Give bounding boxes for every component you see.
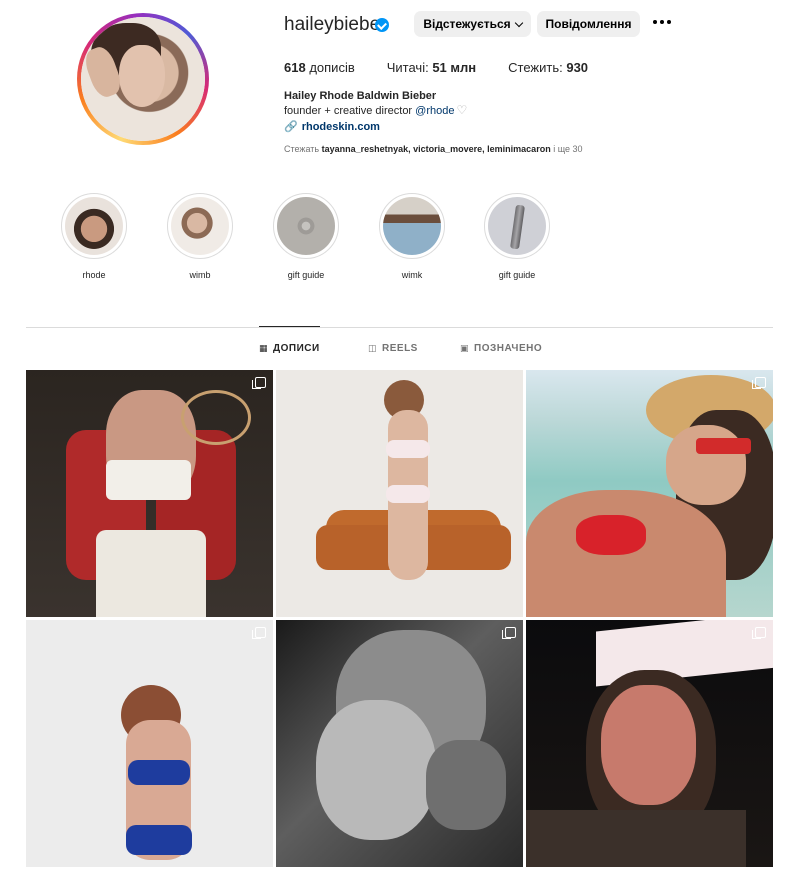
- tennis-racket: [181, 390, 251, 445]
- profile-bio: founder + creative director @rhode: [284, 103, 467, 117]
- highlight-label: gift guide: [287, 270, 325, 280]
- highlight-thumbnail: [65, 197, 123, 255]
- link-icon: 🔗: [284, 121, 298, 133]
- post-lingerie-sofa[interactable]: [276, 370, 523, 617]
- highlight-wimb[interactable]: wimb: [167, 193, 233, 280]
- verified-badge-icon: [375, 18, 389, 32]
- multi-post-icon: [752, 627, 766, 639]
- highlight-thumbnail: [277, 197, 335, 255]
- following-button[interactable]: Відстежується: [414, 11, 531, 37]
- highlight-ring: [167, 193, 233, 259]
- post-bw-kiss[interactable]: [276, 620, 523, 867]
- highlight-label: wimb: [189, 270, 211, 280]
- post-in-n-out-hat[interactable]: [526, 620, 773, 867]
- post-blue-bikini[interactable]: [26, 620, 273, 867]
- tab-reels[interactable]: ◫ REELS: [368, 343, 418, 354]
- highlight-label: rhode: [82, 270, 106, 280]
- profile-avatar-ring[interactable]: [77, 13, 209, 145]
- avatar-face: [119, 45, 165, 107]
- profile-username: haileybieber: [284, 14, 387, 35]
- profile-stats: 618 дописів Читачі: 51 млн Стежить: 930: [284, 60, 620, 75]
- multi-post-icon: [252, 377, 266, 389]
- followers-count[interactable]: Читачі: 51 млн: [387, 60, 476, 75]
- highlight-wimk[interactable]: wimk: [379, 193, 445, 280]
- posts-count: 618 дописів: [284, 60, 355, 75]
- reels-icon: ◫: [368, 343, 378, 353]
- highlight-ring: [61, 193, 127, 259]
- profile-website-link[interactable]: 🔗 rhodeskin.com: [284, 120, 380, 134]
- highlight-ring: [379, 193, 445, 259]
- red-sunglasses: [696, 438, 751, 454]
- highlight-rhode[interactable]: rhode: [61, 193, 127, 280]
- multi-post-icon: [252, 627, 266, 639]
- profile-full-name: Hailey Rhode Baldwin Bieber: [284, 90, 437, 102]
- following-button-label: Відстежується: [423, 17, 511, 31]
- message-button-label: Повідомлення: [545, 17, 632, 31]
- highlight-ring: [273, 193, 339, 259]
- highlight-label: wimk: [401, 270, 423, 280]
- multi-post-icon: [752, 377, 766, 389]
- followed-by[interactable]: Стежать tayanna_reshetnyak, victoria_mov…: [284, 144, 583, 154]
- highlight-gift-guide-2[interactable]: gift guide: [484, 193, 550, 280]
- bio-text: founder + creative director: [284, 105, 416, 117]
- heart-icon: [456, 103, 467, 117]
- highlight-ring: [484, 193, 550, 259]
- tabs-divider: [26, 327, 773, 328]
- active-tab-indicator: [259, 326, 320, 327]
- avatar[interactable]: [81, 17, 205, 141]
- post-tennis[interactable]: [26, 370, 273, 617]
- grid-icon: ▦: [259, 343, 269, 353]
- bio-mention-link[interactable]: @rhode: [415, 105, 454, 117]
- website-text: rhodeskin.com: [301, 120, 380, 133]
- highlight-thumbnail: [488, 197, 546, 255]
- highlight-gift-guide-1[interactable]: gift guide: [273, 193, 339, 280]
- following-count[interactable]: Стежить: 930: [508, 60, 588, 75]
- highlight-thumbnail: [383, 197, 441, 255]
- tab-tagged[interactable]: ▣ ПОЗНАЧЕНО: [460, 343, 542, 354]
- tab-posts[interactable]: ▦ ДОПИСИ: [259, 343, 320, 354]
- highlight-thumbnail: [171, 197, 229, 255]
- tagged-icon: ▣: [460, 343, 470, 353]
- more-options-icon[interactable]: [653, 20, 671, 24]
- multi-post-icon: [502, 627, 516, 639]
- highlight-label: gift guide: [498, 270, 536, 280]
- message-button[interactable]: Повідомлення: [537, 11, 640, 37]
- post-beach-cowboy-hat[interactable]: [526, 370, 773, 617]
- chevron-down-icon: [514, 18, 523, 27]
